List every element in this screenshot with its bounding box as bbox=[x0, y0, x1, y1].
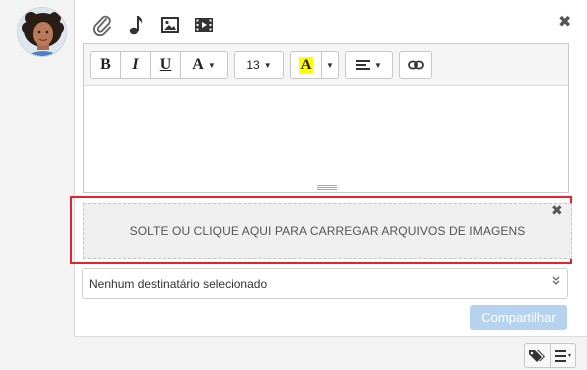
caret-down-icon: ▼ bbox=[326, 60, 334, 70]
underline-label: U bbox=[159, 56, 172, 73]
music-note-icon bbox=[129, 16, 143, 35]
text-style-group: B I U A ▼ bbox=[90, 51, 228, 79]
formatting-toolbar: B I U A ▼ 13 ▼ A ▼ ▼ bbox=[84, 44, 568, 86]
font-label: A bbox=[192, 56, 204, 73]
chevron-double-down-icon bbox=[552, 276, 560, 285]
list-icon bbox=[554, 349, 571, 362]
highlight-label: A bbox=[298, 56, 314, 74]
attachment-toolbar bbox=[85, 12, 221, 38]
font-size-dropdown[interactable]: 13 ▼ bbox=[235, 52, 283, 78]
align-dropdown-button[interactable]: ▼ bbox=[346, 52, 392, 78]
bold-button[interactable]: B bbox=[91, 52, 121, 78]
attach-image-button[interactable] bbox=[153, 12, 187, 38]
attach-video-button[interactable] bbox=[187, 12, 221, 38]
align-icon bbox=[356, 60, 371, 70]
image-icon bbox=[161, 17, 179, 33]
caret-down-icon: ▼ bbox=[207, 60, 216, 70]
tags-button[interactable] bbox=[525, 344, 550, 367]
close-dropzone-icon[interactable]: ✖ bbox=[551, 204, 563, 218]
dropzone-label: SOLTE OU CLIQUE AQUI PARA CARREGAR ARQUI… bbox=[129, 224, 526, 238]
highlight-group: A ▼ bbox=[290, 51, 339, 79]
highlight-button[interactable]: A bbox=[291, 52, 322, 78]
link-icon bbox=[407, 60, 424, 70]
recipient-select[interactable]: Nenhum destinatário selecionado bbox=[82, 268, 568, 299]
attach-audio-button[interactable] bbox=[119, 12, 153, 38]
image-dropzone[interactable]: SOLTE OU CLIQUE AQUI PARA CARREGAR ARQUI… bbox=[83, 203, 572, 259]
font-size-value: 13 bbox=[246, 58, 260, 72]
paperclip-icon bbox=[93, 15, 111, 36]
italic-button[interactable]: I bbox=[121, 52, 151, 78]
align-group: ▼ bbox=[345, 51, 393, 79]
share-button[interactable]: Compartilhar bbox=[470, 305, 567, 330]
highlight-color-dropdown[interactable]: ▼ bbox=[322, 52, 338, 78]
attach-file-button[interactable] bbox=[85, 12, 119, 38]
bottom-actions bbox=[524, 343, 576, 368]
resize-handle-icon[interactable] bbox=[317, 185, 337, 190]
user-avatar bbox=[17, 7, 67, 57]
caret-down-icon: ▼ bbox=[374, 60, 382, 70]
font-dropdown-button[interactable]: A ▼ bbox=[181, 52, 227, 78]
bold-label: B bbox=[100, 56, 111, 73]
font-size-group: 13 ▼ bbox=[234, 51, 284, 79]
tags-icon bbox=[529, 349, 546, 362]
underline-button[interactable]: U bbox=[151, 52, 181, 78]
composer-panel: ✖ B I U A ▼ 13 ▼ A ▼ ▼ SOLTE OU CLIQUE A… bbox=[70, 0, 587, 337]
insert-link-button[interactable] bbox=[400, 52, 431, 78]
recipient-value: Nenhum destinatário selecionado bbox=[89, 276, 268, 291]
post-composer-page: ✖ B I U A ▼ 13 ▼ A ▼ ▼ SOLTE OU CLIQUE A… bbox=[0, 0, 587, 370]
rich-text-editor: B I U A ▼ 13 ▼ A ▼ ▼ bbox=[83, 43, 569, 193]
close-composer-icon[interactable]: ✖ bbox=[558, 14, 571, 30]
video-icon bbox=[195, 18, 213, 32]
list-options-button[interactable] bbox=[549, 344, 575, 367]
caret-down-icon: ▼ bbox=[263, 60, 272, 70]
avatar-illustration bbox=[18, 8, 66, 56]
editor-text-area[interactable] bbox=[84, 86, 568, 192]
link-group bbox=[399, 51, 432, 79]
italic-label: I bbox=[132, 56, 139, 73]
